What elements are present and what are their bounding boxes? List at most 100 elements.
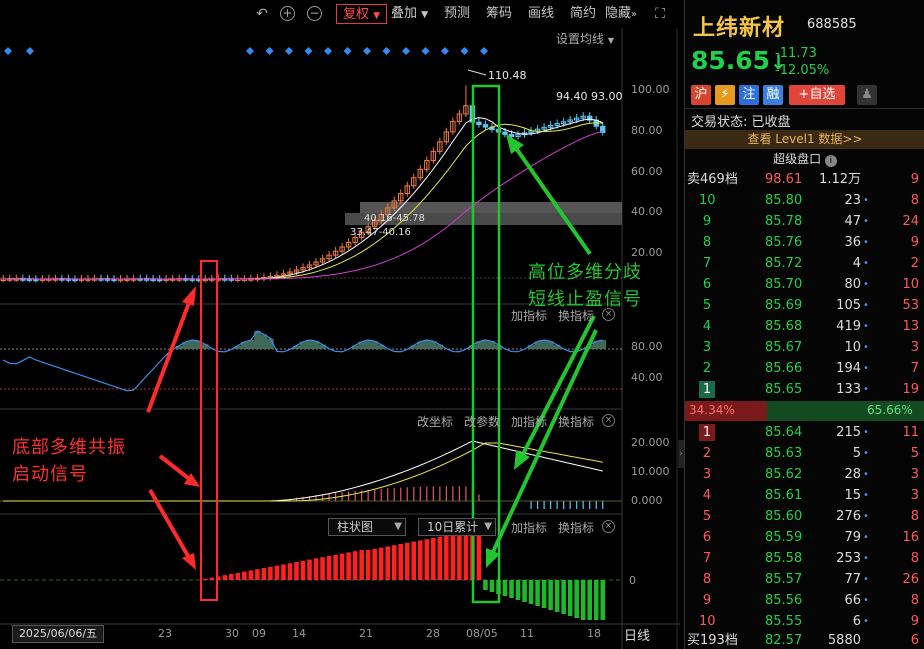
ask-price: 85.65 — [765, 382, 803, 397]
dot-icon: • — [863, 342, 869, 353]
huaxian-button[interactable]: 画线 — [528, 4, 554, 24]
ratio-right: 65.66% — [867, 403, 913, 417]
zoom-in-icon[interactable]: + — [280, 6, 295, 21]
ask-row[interactable]: 5 85.69 105 • 53 — [685, 295, 924, 316]
pane4-switch-indicator[interactable]: 换指标 — [558, 519, 594, 536]
bid-row[interactable]: 7 85.58 253 • 8 — [685, 548, 924, 569]
accumulation-bar — [313, 558, 319, 580]
expand-icon[interactable]: ⛶ — [651, 5, 669, 23]
dot-icon: • — [863, 616, 869, 627]
period-selector[interactable]: 日线 — [624, 625, 650, 644]
high-price-label: 110.48 — [488, 69, 527, 82]
ask-price: 85.78 — [765, 214, 803, 229]
fuquan-button[interactable]: 复权 ▼ — [336, 4, 388, 24]
annotation-right-line2: 短线止盈信号 — [528, 289, 642, 310]
accumulation-bar — [339, 553, 345, 580]
ask-row[interactable]: 9 85.78 47 • 24 — [685, 211, 924, 232]
ask-level: 5 — [702, 298, 712, 313]
caret-down-icon: ▼ — [373, 11, 381, 21]
yuce-button[interactable]: 预测 — [444, 4, 470, 24]
bid-level: 3 — [702, 467, 712, 482]
level1-link[interactable]: 查看 Level1 数据>> — [685, 130, 924, 149]
bid-price: 85.60 — [765, 509, 803, 524]
ask-row[interactable]: 1 85.65 133 • 19 — [685, 379, 924, 400]
diamond-marker — [324, 47, 332, 55]
bid-price: 85.56 — [765, 593, 803, 608]
undo-icon[interactable]: ↶ — [253, 5, 271, 23]
bid-volume: 79 — [844, 530, 861, 545]
ma-setting-button[interactable]: 设置均线 ▼ — [556, 30, 614, 47]
accumulation-bar — [418, 540, 423, 580]
ask-volume: 419 — [836, 319, 861, 334]
diamond-marker — [4, 47, 12, 55]
info-icon[interactable]: i — [824, 155, 837, 167]
pane3-close-icon[interactable]: × — [602, 414, 615, 427]
ask-row[interactable]: 3 85.67 10 • 3 — [685, 337, 924, 358]
jianyue-button[interactable]: 简约 — [570, 4, 596, 24]
ask-row[interactable]: 8 85.76 36 • 9 — [685, 232, 924, 253]
pane3-add-indicator[interactable]: 加指标 — [511, 413, 547, 430]
bid-count: 9 — [910, 614, 919, 629]
accumulation-bar — [222, 575, 228, 580]
stock-name: 上纬新材 — [693, 16, 786, 41]
bid-row[interactable]: 8 85.57 77 • 26 — [685, 569, 924, 590]
accumulation-bar — [242, 571, 247, 580]
tag-margin[interactable]: 融 — [763, 85, 783, 105]
pane3-change-coord[interactable]: 改坐标 — [417, 413, 453, 430]
period-dropdown[interactable]: 10日累计 ▼ — [418, 518, 496, 536]
accumulation-bar — [515, 580, 521, 600]
kline-chart[interactable] — [0, 28, 680, 649]
bid-count: 8 — [910, 509, 919, 524]
dot-icon: • — [863, 237, 869, 248]
bid-row[interactable]: 10 85.55 6 • 9 — [685, 611, 924, 632]
ask-row[interactable]: 10 85.80 23 • 8 — [685, 190, 924, 211]
caret-down-icon: ▼ — [484, 521, 492, 532]
chouma-button[interactable]: 筹码 — [486, 4, 512, 24]
bid-row[interactable]: 4 85.61 15 • 3 — [685, 485, 924, 506]
bid-row[interactable]: 9 85.56 66 • 8 — [685, 590, 924, 611]
pane3-change-param[interactable]: 改参数 — [464, 413, 500, 430]
diejia-button[interactable]: 叠加 ▼ — [391, 4, 428, 24]
bid-price: 85.64 — [765, 425, 803, 440]
chip-label-lower: 33.47-40.16 — [350, 227, 411, 238]
accumulation-bar — [333, 554, 338, 580]
trade-status: 交易状态: 已收盘 — [691, 111, 791, 130]
bid-level: 5 — [702, 509, 712, 524]
bell-icon[interactable]: ♟ — [857, 85, 877, 105]
yincang-button[interactable]: 隐藏» — [605, 4, 637, 24]
lightning-icon[interactable]: ⚡ — [715, 85, 735, 105]
bid-level: 1 — [699, 424, 715, 441]
accumulation-bar — [274, 565, 280, 580]
annotation-left-line1: 底部多维共振 — [12, 437, 126, 458]
zoom-out-icon[interactable]: − — [307, 6, 322, 21]
bid-row[interactable]: 6 85.59 79 • 16 — [685, 527, 924, 548]
diejia-label: 叠加 — [391, 6, 418, 21]
bid-level: 4 — [702, 488, 712, 503]
y-tick: 100.00 — [631, 83, 670, 96]
bid-row[interactable]: 1 85.64 215 • 11 — [685, 422, 924, 443]
bid-row[interactable]: 2 85.63 5 • 5 — [685, 443, 924, 464]
y-tick: 60.00 — [631, 165, 663, 178]
accumulation-bar — [261, 568, 267, 580]
tag-registration[interactable]: 注 — [739, 85, 759, 105]
chart-style-dropdown[interactable]: 柱状图 ▼ — [328, 518, 406, 536]
bid-price: 85.63 — [765, 446, 803, 461]
bid-price: 85.61 — [765, 488, 803, 503]
period-value: 10日累计 — [427, 520, 479, 534]
bid-row[interactable]: 5 85.60 276 • 8 — [685, 506, 924, 527]
chip-bar — [360, 202, 622, 213]
bid-volume: 253 — [836, 551, 861, 566]
ask-row[interactable]: 4 85.68 419 • 13 — [685, 316, 924, 337]
bid-level: 7 — [702, 551, 712, 566]
bid-row[interactable]: 3 85.62 28 • 3 — [685, 464, 924, 485]
ask-row[interactable]: 2 85.66 194 • 7 — [685, 358, 924, 379]
ask-row[interactable]: 7 85.72 4 • 2 — [685, 253, 924, 274]
dot-icon: • — [863, 300, 869, 311]
add-watchlist-button[interactable]: +自选 — [789, 85, 845, 105]
market-tag-sh[interactable]: 沪 — [691, 85, 711, 105]
pane4-close-icon[interactable]: × — [602, 520, 615, 533]
pane4-add-indicator[interactable]: 加指标 — [511, 519, 547, 536]
diamond-marker — [421, 47, 430, 55]
ask-row[interactable]: 6 85.70 80 • 10 — [685, 274, 924, 295]
pane3-switch-indicator[interactable]: 换指标 — [558, 413, 594, 430]
